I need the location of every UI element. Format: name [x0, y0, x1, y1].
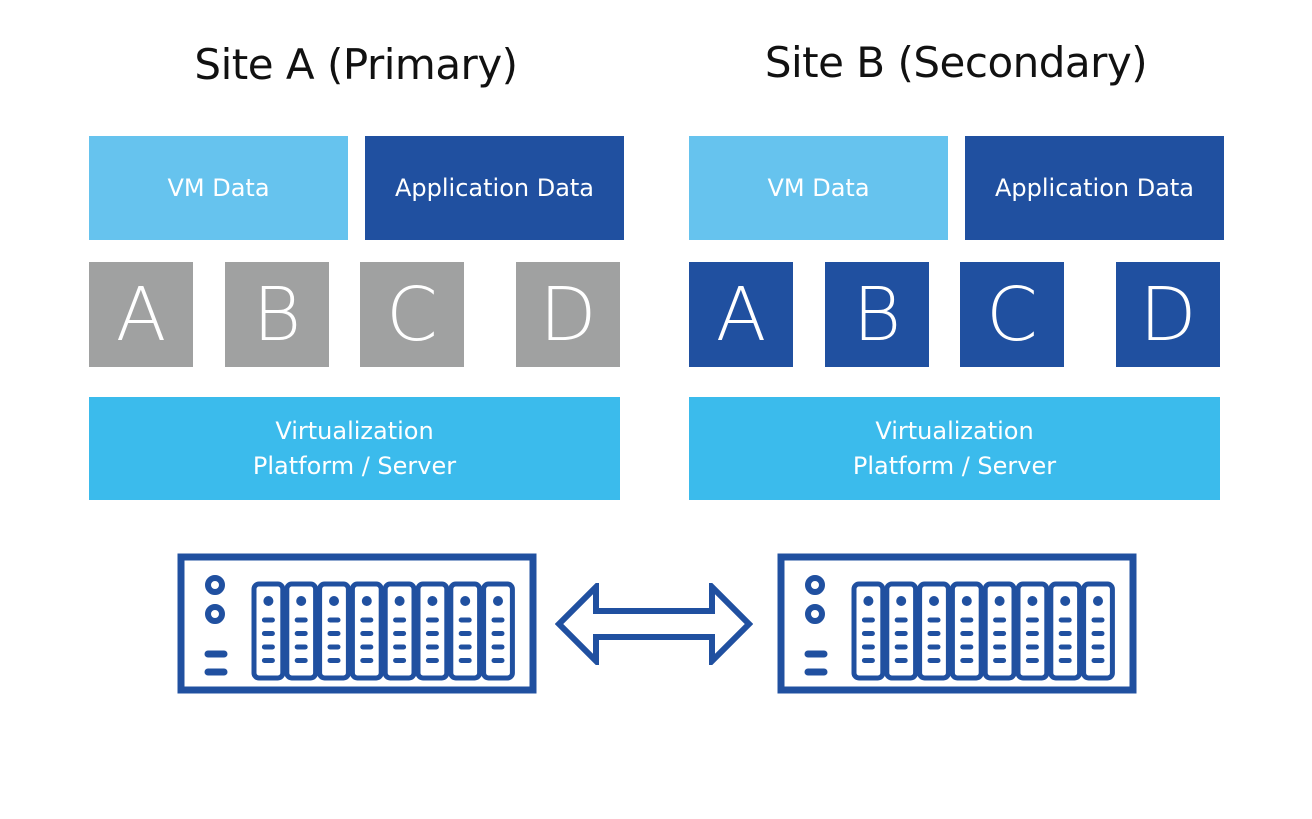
site-b-virtualization-platform: Virtualization Platform / Server — [689, 397, 1220, 500]
site-b-platform-line1: Virtualization — [875, 416, 1034, 445]
drive-status-led — [493, 596, 503, 606]
site-b-platform-line2: Platform / Server — [852, 451, 1057, 480]
drive-status-led — [863, 596, 874, 606]
site-a-vm-c: C — [360, 262, 464, 367]
drive-status-led — [961, 596, 972, 606]
site-a-vm-a: A — [89, 262, 193, 367]
drive-status-led — [1027, 596, 1038, 606]
site-b-vm-d: D — [1116, 262, 1220, 367]
site-b-vm-c: C — [960, 262, 1064, 367]
site-a-vm-data: VM Data — [89, 136, 348, 240]
site-b-application-data: Application Data — [965, 136, 1224, 240]
drive-status-led — [896, 596, 907, 606]
drive-status-led — [427, 596, 438, 606]
site-b-vm-b: B — [825, 262, 929, 367]
site-a-vm-b: B — [225, 262, 329, 367]
bidirectional-arrow-icon — [555, 583, 753, 665]
site-a-title: Site A (Primary) — [194, 40, 518, 89]
site-a-vm-d: D — [516, 262, 620, 367]
storage-array-icon — [177, 553, 537, 694]
drive-status-led — [460, 596, 471, 606]
site-a-virtualization-platform: Virtualization Platform / Server — [89, 397, 620, 500]
site-a-platform-line2: Platform / Server — [252, 451, 457, 480]
site-b-vm-data: VM Data — [689, 136, 948, 240]
site-b-title: Site B (Secondary) — [764, 38, 1148, 87]
drive-status-led — [994, 596, 1005, 606]
drive-status-led — [1060, 596, 1071, 606]
drive-status-led — [361, 596, 372, 606]
drive-status-led — [1093, 596, 1103, 606]
drive-status-led — [329, 596, 339, 606]
drive-status-led — [394, 596, 405, 606]
storage-array-icon — [777, 553, 1137, 694]
drive-status-led — [263, 596, 274, 606]
site-a-application-data: Application Data — [365, 136, 624, 240]
site-a-platform-line1: Virtualization — [275, 416, 434, 445]
site-b-vm-a: A — [689, 262, 793, 367]
drive-status-led — [296, 596, 307, 606]
drive-status-led — [929, 596, 939, 606]
